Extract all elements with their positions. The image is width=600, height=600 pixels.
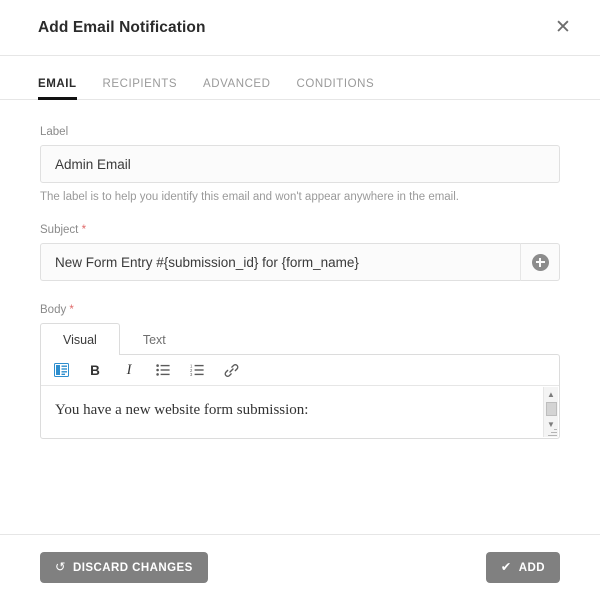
body-field-label: Body * [40, 304, 560, 316]
label-help-text: The label is to help you identify this e… [40, 191, 459, 203]
body-field-group: Body * Visual Text B I 1 2 3 You have a … [40, 304, 560, 439]
modal-footer: ↺ DISCARD CHANGES ✔ ADD [0, 534, 600, 600]
svg-text:3: 3 [190, 372, 193, 376]
add-form-icon[interactable] [51, 360, 71, 380]
close-icon[interactable]: ✕ [548, 13, 578, 43]
label-field-group: Label The label is to help you identify … [40, 126, 560, 203]
modal-header: Add Email Notification ✕ [0, 0, 600, 56]
discard-changes-label: DISCARD CHANGES [72, 561, 193, 574]
tab-advanced[interactable]: ADVANCED [203, 78, 270, 99]
add-button[interactable]: ✔ ADD [485, 552, 560, 583]
undo-icon: ↺ [55, 560, 66, 575]
unordered-list-icon[interactable] [153, 360, 173, 380]
subject-label-text: Subject [40, 224, 79, 236]
subject-input-row [40, 243, 560, 281]
subject-input[interactable] [40, 243, 520, 281]
email-tab-panel: Label The label is to help you identify … [0, 100, 600, 439]
editor-resize-handle[interactable] [547, 426, 558, 437]
body-label-text: Body [40, 304, 67, 316]
editor-tab-text[interactable]: Text [120, 323, 189, 355]
bold-icon[interactable]: B [85, 360, 105, 380]
editor-toolbar: B I 1 2 3 [41, 355, 559, 386]
tab-bar: EMAIL RECIPIENTS ADVANCED CONDITIONS [0, 56, 600, 100]
tab-email[interactable]: EMAIL [38, 78, 77, 100]
ordered-list-icon[interactable]: 1 2 3 [187, 360, 207, 380]
subject-field-label: Subject * [40, 224, 560, 236]
subject-field-group: Subject * [40, 224, 560, 281]
tab-recipients[interactable]: RECIPIENTS [103, 78, 178, 99]
subject-required-marker: * [81, 224, 87, 236]
editor-tab-visual[interactable]: Visual [40, 323, 120, 355]
discard-changes-button[interactable]: ↺ DISCARD CHANGES [40, 552, 208, 583]
label-field-label: Label [40, 126, 69, 138]
scrollbar-thumb[interactable] [545, 402, 557, 416]
add-email-notification-modal: Add Email Notification ✕ EMAIL RECIPIENT… [0, 0, 600, 600]
subject-add-merge-tag-button[interactable] [520, 243, 560, 281]
page-title: Add Email Notification [38, 18, 206, 36]
add-button-label: ADD [518, 561, 545, 574]
editor-tab-bar: Visual Text [40, 323, 560, 355]
scroll-up-icon[interactable]: ▲ [544, 387, 559, 401]
label-input[interactable] [40, 145, 560, 183]
check-icon: ✔ [500, 560, 512, 575]
plus-circle-icon [531, 253, 549, 271]
body-content[interactable]: You have a new website form submission: [41, 386, 559, 438]
italic-icon[interactable]: I [119, 360, 139, 380]
body-required-marker: * [69, 304, 74, 316]
rich-text-editor: B I 1 2 3 You have a new website form su… [40, 354, 560, 439]
link-icon[interactable] [221, 360, 241, 380]
tab-conditions[interactable]: CONDITIONS [297, 78, 375, 99]
